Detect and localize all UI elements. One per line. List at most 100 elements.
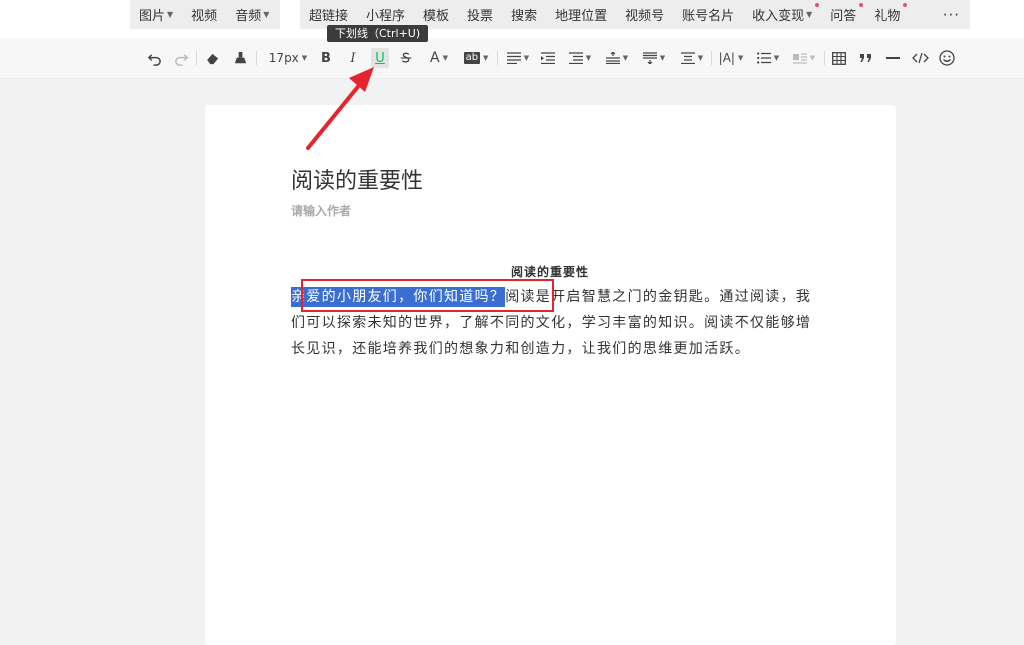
emoji-button[interactable] <box>938 48 956 68</box>
insert-item-5[interactable]: 地理位置 <box>546 5 616 24</box>
list-icon <box>756 52 771 64</box>
insert-item-4[interactable]: 搜索 <box>502 5 546 24</box>
italic-button[interactable]: I <box>345 48 361 68</box>
chevron-down-icon: ▼ <box>737 54 744 62</box>
media-insert-group: 图片 ▼ 视频 音频 ▼ <box>130 0 280 29</box>
chevron-down-icon: ▼ <box>809 54 816 62</box>
insert-item-label: 视频 <box>191 9 218 24</box>
chevron-down-icon: ▼ <box>167 10 174 19</box>
insert-item-2[interactable]: 模板 <box>414 5 458 24</box>
underline-button[interactable]: U <box>371 48 389 68</box>
insert-item-2[interactable]: 音频 ▼ <box>226 5 278 24</box>
redo-icon <box>174 53 188 66</box>
insert-item-1[interactable]: 小程序 <box>357 5 414 24</box>
insert-item-1[interactable]: 视频 <box>182 5 226 24</box>
spacing-after-icon <box>642 52 657 64</box>
quote-button[interactable] <box>858 48 874 68</box>
insert-item-label: 图片 <box>139 9 166 24</box>
table-button[interactable] <box>831 48 847 68</box>
redo-button[interactable] <box>172 48 190 68</box>
author-field[interactable]: 请输入作者 <box>291 202 351 219</box>
insert-item-label: 超链接 <box>309 9 349 24</box>
brush-icon <box>234 51 246 63</box>
spacing-before-icon <box>605 52 620 64</box>
insert-item-label: 问答 <box>830 9 857 24</box>
insert-item-7[interactable]: 账号名片 <box>673 5 743 24</box>
line-spacing-icon <box>568 52 583 64</box>
insert-item-0[interactable]: 超链接 <box>300 5 357 24</box>
insert-item-label: 投票 <box>467 9 494 24</box>
font-size-value: 17px <box>268 51 299 65</box>
code-button[interactable] <box>910 48 930 68</box>
insert-item-label: 搜索 <box>511 9 538 24</box>
insert-item-label: 模板 <box>423 9 450 24</box>
insert-item-label: 地理位置 <box>555 9 608 24</box>
margin-select[interactable]: ▼ <box>679 48 705 68</box>
insert-item-9[interactable]: 问答 <box>821 3 865 24</box>
font-color-select[interactable]: A ▼ <box>426 48 452 68</box>
indent-button[interactable] <box>540 48 556 68</box>
insert-toolbar: 图片 ▼ 视频 音频 ▼ 超链接 小程序 模板 投票 搜索 地理位置 视频号 账号名片 收入变现 ▼ 问答礼… <box>0 0 1024 38</box>
undo-button[interactable] <box>145 48 163 68</box>
clear-format-button[interactable] <box>203 48 221 68</box>
chevron-down-icon: ▼ <box>697 54 704 62</box>
toolbar-divider <box>256 51 257 65</box>
insert-item-label: 音频 <box>235 9 262 24</box>
indent-icon <box>541 52 555 64</box>
insert-item-6[interactable]: 视频号 <box>616 5 673 24</box>
layout-icon <box>792 53 807 64</box>
chevron-down-icon: ▼ <box>806 10 813 19</box>
list-select[interactable]: ▼ <box>755 48 781 68</box>
article-title[interactable]: 阅读的重要性 <box>291 163 423 195</box>
chevron-down-icon: ▼ <box>523 54 530 62</box>
insert-item-3[interactable]: 投票 <box>458 5 502 24</box>
divider-line-button[interactable] <box>884 48 902 68</box>
toolbar-divider <box>711 51 712 65</box>
insert-item-0[interactable]: 图片 ▼ <box>130 5 182 24</box>
insert-item-label: 收入变现 <box>752 9 805 24</box>
chevron-down-icon: ▼ <box>483 54 489 62</box>
font-size-select[interactable]: 17px ▼ <box>266 48 310 68</box>
layout-select[interactable]: ▼ <box>791 48 817 68</box>
font-color-label: A <box>430 50 440 66</box>
body-heading: 阅读的重要性 <box>510 265 589 279</box>
notification-dot <box>815 3 820 7</box>
notification-dot <box>859 3 864 7</box>
letter-spacing-select[interactable]: |A| ▼ <box>717 48 745 68</box>
paragraph-spacing-after-select[interactable]: ▼ <box>641 48 667 68</box>
chevron-down-icon: ▼ <box>585 54 592 62</box>
body-paragraph[interactable]: 亲爱的小朋友们，你们知道吗？阅读是开启智慧之门的金钥匙。通过阅读，我们可以探索未… <box>291 284 813 362</box>
margin-icon <box>680 52 695 64</box>
letter-spacing-label: |A| <box>718 51 735 65</box>
insert-item-8[interactable]: 收入变现 ▼ <box>743 3 821 24</box>
insert-item-label: 小程序 <box>366 9 406 24</box>
strikethrough-icon <box>400 52 412 63</box>
format-painter-button[interactable] <box>231 48 249 68</box>
strikethrough-button[interactable] <box>398 48 414 68</box>
table-icon <box>832 51 846 65</box>
underline-tooltip: 下划线（Ctrl+U) <box>327 25 429 42</box>
align-select[interactable]: ▼ <box>505 48 531 68</box>
format-toolbar: 17px ▼ B I U A ▼ ab ▼ ▼ ▼ ▼ ▼ ▼ |A| ▼ ▼ ▼ <box>0 38 1024 79</box>
line-spacing-select[interactable]: ▼ <box>567 48 593 68</box>
toolbar-divider <box>824 51 825 65</box>
background-color-label: ab <box>463 52 481 64</box>
toolbar-divider <box>497 51 498 65</box>
undo-icon <box>147 53 161 66</box>
selected-text: 亲爱的小朋友们，你们知道吗？ <box>291 287 506 307</box>
emoji-icon <box>939 50 955 66</box>
code-icon <box>911 52 929 64</box>
more-button[interactable]: ··· <box>943 6 960 24</box>
insert-item-label: 账号名片 <box>682 9 735 24</box>
insert-item-10[interactable]: 礼物 <box>865 3 909 24</box>
toolbar-divider <box>196 51 197 65</box>
paragraph-spacing-before-select[interactable]: ▼ <box>604 48 630 68</box>
background-color-select[interactable]: ab ▼ <box>462 48 490 68</box>
insert-item-label: 礼物 <box>874 9 901 24</box>
chevron-down-icon: ▼ <box>659 54 666 62</box>
bold-button[interactable]: B <box>318 48 334 68</box>
chevron-down-icon: ▼ <box>263 10 270 19</box>
notification-dot <box>903 3 908 7</box>
chevron-down-icon: ▼ <box>773 54 780 62</box>
insert-item-label: 视频号 <box>625 9 665 24</box>
